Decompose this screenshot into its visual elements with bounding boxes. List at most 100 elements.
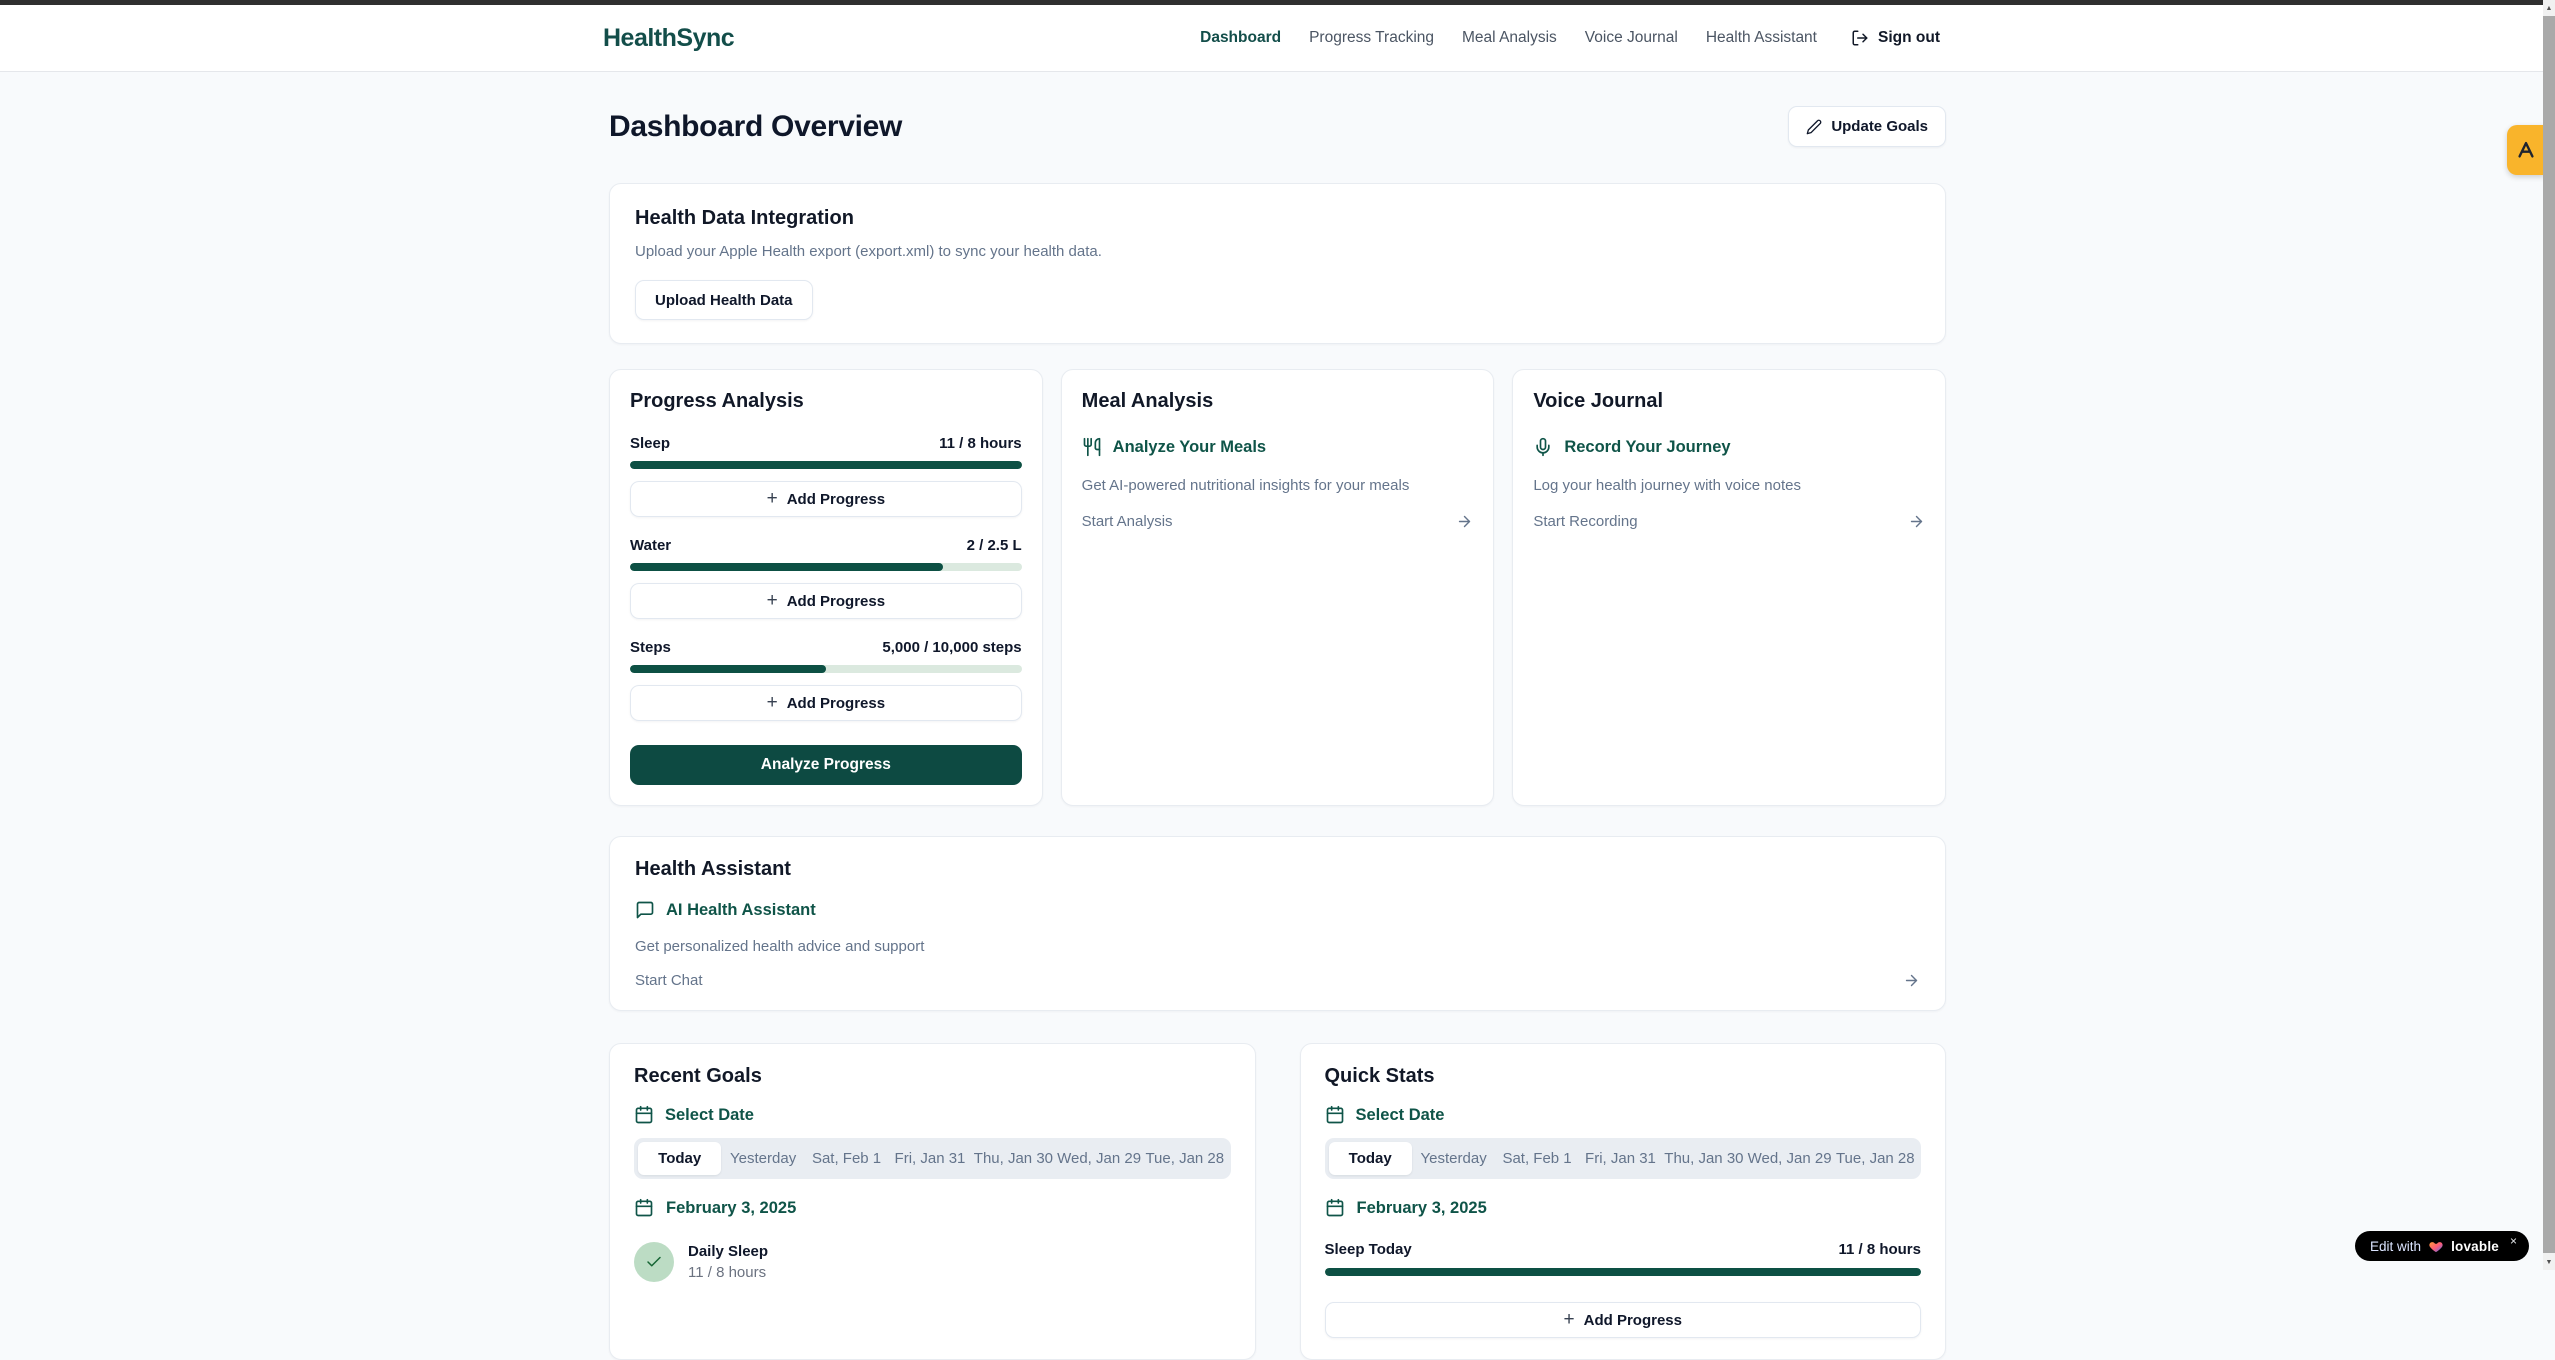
logout-icon bbox=[1851, 29, 1869, 47]
add-steps-progress-button[interactable]: + Add Progress bbox=[630, 685, 1022, 721]
scroll-up-button[interactable]: ▲ bbox=[2543, 0, 2555, 16]
arrow-right-icon bbox=[1903, 972, 1920, 989]
nav-progress-tracking[interactable]: Progress Tracking bbox=[1309, 29, 1434, 47]
steps-progress-bar bbox=[630, 665, 1022, 673]
steps-label: Steps bbox=[630, 639, 671, 656]
selected-date-row[interactable]: February 3, 2025 bbox=[1325, 1198, 1922, 1218]
steps-value: 5,000 / 10,000 steps bbox=[882, 639, 1021, 656]
selected-date-label: February 3, 2025 bbox=[1357, 1199, 1487, 1218]
selected-date-row[interactable]: February 3, 2025 bbox=[634, 1198, 1231, 1218]
nav-voice-journal[interactable]: Voice Journal bbox=[1585, 29, 1678, 47]
calendar-icon bbox=[634, 1105, 654, 1125]
plus-icon: + bbox=[767, 693, 778, 712]
nav-health-assistant[interactable]: Health Assistant bbox=[1706, 29, 1817, 47]
nav-dashboard[interactable]: Dashboard bbox=[1200, 29, 1281, 47]
health-assistant-card: Health Assistant AI Health Assistant Get… bbox=[609, 836, 1946, 1011]
date-tab-today[interactable]: Today bbox=[1329, 1142, 1412, 1175]
analyze-progress-button[interactable]: Analyze Progress bbox=[630, 745, 1022, 785]
nav-meal-analysis[interactable]: Meal Analysis bbox=[1462, 29, 1557, 47]
date-tab-thu-jan-30[interactable]: Thu, Jan 30 bbox=[972, 1142, 1055, 1175]
ai-health-assistant-label: AI Health Assistant bbox=[666, 901, 816, 920]
start-analysis-label: Start Analysis bbox=[1082, 513, 1173, 530]
date-tab-today[interactable]: Today bbox=[638, 1142, 721, 1175]
scrollbar-thumb[interactable] bbox=[2543, 16, 2555, 1253]
app-header: HealthSync Dashboard Progress Tracking M… bbox=[0, 5, 2543, 72]
quick-stats-title: Quick Stats bbox=[1325, 1065, 1922, 1088]
record-your-journey-link[interactable]: Record Your Journey bbox=[1533, 437, 1925, 457]
date-tab-wed-jan-29[interactable]: Wed, Jan 29 bbox=[1746, 1142, 1834, 1175]
sign-out-button[interactable]: Sign out bbox=[1851, 29, 1940, 47]
lovable-fab-button[interactable] bbox=[2507, 125, 2545, 175]
water-value: 2 / 2.5 L bbox=[967, 537, 1022, 554]
ai-health-assistant-link[interactable]: AI Health Assistant bbox=[635, 900, 1920, 920]
integration-description: Upload your Apple Health export (export.… bbox=[635, 243, 1920, 260]
add-sleep-today-progress-button[interactable]: + Add Progress bbox=[1325, 1302, 1922, 1338]
selected-date-label: February 3, 2025 bbox=[666, 1199, 796, 1218]
voice-journal-card: Voice Journal Record Your Journey Log yo… bbox=[1512, 369, 1946, 806]
select-date-button[interactable]: Select Date bbox=[1325, 1105, 1922, 1125]
calendar-icon bbox=[634, 1198, 654, 1218]
date-tab-fri-jan-31[interactable]: Fri, Jan 31 bbox=[888, 1142, 971, 1175]
arrow-right-icon bbox=[1908, 513, 1925, 530]
date-tab-tue-jan-28[interactable]: Tue, Jan 28 bbox=[1834, 1142, 1917, 1175]
progress-analysis-title: Progress Analysis bbox=[630, 390, 1022, 413]
date-tab-wed-jan-29[interactable]: Wed, Jan 29 bbox=[1055, 1142, 1143, 1175]
sleep-progress-bar bbox=[630, 461, 1022, 469]
plus-icon: + bbox=[767, 489, 778, 508]
brand-logo[interactable]: HealthSync bbox=[603, 24, 734, 53]
vertical-scrollbar[interactable]: ▲ ▼ bbox=[2543, 0, 2555, 1270]
start-chat-row[interactable]: Start Chat bbox=[635, 972, 1920, 989]
close-icon[interactable]: × bbox=[2510, 1234, 2517, 1248]
lovable-label: lovable bbox=[2451, 1239, 2499, 1254]
water-metric: Water 2 / 2.5 L + Add Progress bbox=[630, 537, 1022, 619]
analyze-your-meals-link[interactable]: Analyze Your Meals bbox=[1082, 437, 1474, 457]
water-label: Water bbox=[630, 537, 671, 554]
scroll-down-button[interactable]: ▼ bbox=[2543, 1254, 2555, 1270]
upload-health-data-button[interactable]: Upload Health Data bbox=[635, 280, 813, 320]
goal-complete-check-icon bbox=[634, 1242, 674, 1282]
sleep-today-value: 11 / 8 hours bbox=[1838, 1241, 1921, 1258]
start-analysis-row[interactable]: Start Analysis bbox=[1082, 513, 1474, 530]
page-title: Dashboard Overview bbox=[609, 110, 902, 144]
goal-name: Daily Sleep bbox=[688, 1243, 768, 1260]
edit-with-label: Edit with bbox=[2370, 1239, 2421, 1254]
edit-with-lovable-badge[interactable]: Edit with lovable × bbox=[2355, 1231, 2529, 1261]
arrow-right-icon bbox=[1456, 513, 1473, 530]
date-tab-sat-feb-1[interactable]: Sat, Feb 1 bbox=[1495, 1142, 1578, 1175]
select-date-label: Select Date bbox=[1356, 1106, 1445, 1125]
recent-goals-card: Recent Goals Select Date Today Yesterday… bbox=[609, 1043, 1256, 1360]
calendar-icon bbox=[1325, 1198, 1345, 1218]
date-tab-yesterday[interactable]: Yesterday bbox=[1412, 1142, 1495, 1175]
select-date-button[interactable]: Select Date bbox=[634, 1105, 1231, 1125]
add-progress-label: Add Progress bbox=[787, 593, 885, 610]
sleep-today-label: Sleep Today bbox=[1325, 1241, 1412, 1258]
sleep-metric: Sleep 11 / 8 hours + Add Progress bbox=[630, 435, 1022, 517]
integration-title: Health Data Integration bbox=[635, 207, 1920, 230]
calendar-icon bbox=[1325, 1105, 1345, 1125]
date-tab-sat-feb-1[interactable]: Sat, Feb 1 bbox=[805, 1142, 888, 1175]
goal-item-daily-sleep: Daily Sleep 11 / 8 hours bbox=[634, 1242, 1231, 1282]
start-recording-row[interactable]: Start Recording bbox=[1533, 513, 1925, 530]
date-tab-fri-jan-31[interactable]: Fri, Jan 31 bbox=[1579, 1142, 1662, 1175]
recent-goals-title: Recent Goals bbox=[634, 1065, 1231, 1088]
analyze-your-meals-label: Analyze Your Meals bbox=[1113, 438, 1266, 457]
progress-analysis-card: Progress Analysis Sleep 11 / 8 hours + A… bbox=[609, 369, 1043, 806]
add-water-progress-button[interactable]: + Add Progress bbox=[630, 583, 1022, 619]
goal-value: 11 / 8 hours bbox=[688, 1264, 768, 1281]
meal-analysis-card: Meal Analysis Analyze Your Meals Get AI-… bbox=[1061, 369, 1495, 806]
sleep-label: Sleep bbox=[630, 435, 670, 452]
sleep-today-progress-bar bbox=[1325, 1268, 1922, 1276]
update-goals-button[interactable]: Update Goals bbox=[1788, 106, 1946, 147]
date-tab-thu-jan-30[interactable]: Thu, Jan 30 bbox=[1662, 1142, 1745, 1175]
health-assistant-description: Get personalized health advice and suppo… bbox=[635, 938, 1920, 955]
date-tabs: Today Yesterday Sat, Feb 1 Fri, Jan 31 T… bbox=[1325, 1138, 1922, 1179]
health-data-integration-card: Health Data Integration Upload your Appl… bbox=[609, 183, 1946, 344]
pencil-icon bbox=[1806, 119, 1822, 135]
main-nav: Dashboard Progress Tracking Meal Analysi… bbox=[1200, 29, 1940, 47]
sleep-value: 11 / 8 hours bbox=[939, 435, 1022, 452]
date-tab-tue-jan-28[interactable]: Tue, Jan 28 bbox=[1143, 1142, 1226, 1175]
add-sleep-progress-button[interactable]: + Add Progress bbox=[630, 481, 1022, 517]
date-tab-yesterday[interactable]: Yesterday bbox=[721, 1142, 804, 1175]
meal-analysis-description: Get AI-powered nutritional insights for … bbox=[1082, 477, 1474, 494]
start-recording-label: Start Recording bbox=[1533, 513, 1637, 530]
